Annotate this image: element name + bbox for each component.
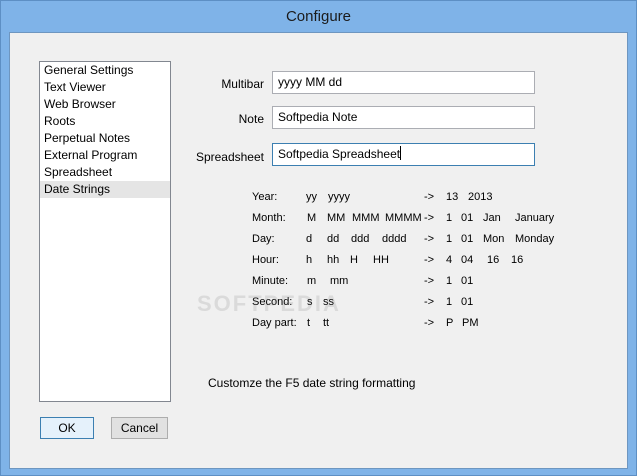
list-item-perpetual-notes[interactable]: Perpetual Notes <box>40 130 170 147</box>
note-input[interactable]: Softpedia Note <box>272 106 535 129</box>
format-code: tt <box>323 317 330 329</box>
format-example: 01 <box>461 212 474 224</box>
multibar-label: Multibar <box>221 77 264 91</box>
format-example: 2013 <box>468 191 493 203</box>
format-example: 04 <box>461 254 474 266</box>
arrow-glyph: -> <box>424 275 435 287</box>
note-label: Note <box>238 112 264 126</box>
format-code: MMM <box>352 212 380 224</box>
format-example: PM <box>462 317 479 329</box>
spreadsheet-input[interactable]: Softpedia Spreadsheet <box>272 143 535 166</box>
date-part-name: Year: <box>252 191 278 203</box>
format-code: HH <box>373 254 389 266</box>
date-part-name: Day: <box>252 233 275 245</box>
ok-button[interactable]: OK <box>40 417 94 439</box>
configure-window: Configure General Settings Text Viewer W… <box>0 0 637 476</box>
format-example: 16 <box>487 254 500 266</box>
format-example: 1 <box>446 233 453 245</box>
spreadsheet-label: Spreadsheet <box>195 150 264 164</box>
spreadsheet-input-value: Softpedia Spreadsheet <box>278 147 401 161</box>
format-example: Jan <box>483 212 501 224</box>
format-example: 16 <box>511 254 524 266</box>
format-code: H <box>350 254 358 266</box>
format-code: dddd <box>382 233 407 245</box>
list-item-date-strings[interactable]: Date Strings <box>40 181 170 198</box>
format-example: 01 <box>461 296 474 308</box>
format-code: hh <box>327 254 340 266</box>
format-code: MMMM <box>385 212 422 224</box>
format-example: 01 <box>461 275 474 287</box>
arrow-glyph: -> <box>424 191 435 203</box>
text-caret <box>400 146 402 160</box>
multibar-input[interactable]: yyyy MM dd <box>272 71 535 94</box>
list-item-external-program[interactable]: External Program <box>40 147 170 164</box>
format-code: m <box>307 275 317 287</box>
date-part-name: Minute: <box>252 275 289 287</box>
arrow-glyph: -> <box>424 233 435 245</box>
format-code: M <box>307 212 317 224</box>
date-part-name: Hour: <box>252 254 279 266</box>
list-item-general-settings[interactable]: General Settings <box>40 62 170 79</box>
format-code: yy <box>306 191 317 203</box>
format-example: 13 <box>446 191 459 203</box>
format-code: yyyy <box>328 191 350 203</box>
format-code: ddd <box>351 233 370 245</box>
date-part-name: Day part: <box>252 317 297 329</box>
arrow-glyph: -> <box>424 212 435 224</box>
format-example: Monday <box>515 233 555 245</box>
date-part-name: Second: <box>252 296 293 308</box>
dialog-client-area: General Settings Text Viewer Web Browser… <box>9 32 628 469</box>
format-example: P <box>446 317 454 329</box>
list-item-text-viewer[interactable]: Text Viewer <box>40 79 170 96</box>
note-input-value: Softpedia Note <box>278 110 358 124</box>
format-code: mm <box>330 275 349 287</box>
settings-category-list[interactable]: General Settings Text Viewer Web Browser… <box>39 61 171 402</box>
window-title: Configure <box>285 8 352 25</box>
format-example: Mon <box>483 233 505 245</box>
format-code: MM <box>327 212 346 224</box>
cancel-button[interactable]: Cancel <box>111 417 168 439</box>
format-example: 1 <box>446 275 453 287</box>
format-code: d <box>306 233 313 245</box>
format-code: s <box>307 296 313 308</box>
list-item-spreadsheet[interactable]: Spreadsheet <box>40 164 170 181</box>
date-format-hint: Customze the F5 date string formatting <box>208 376 416 390</box>
multibar-input-value: yyyy MM dd <box>278 75 343 89</box>
format-example: January <box>515 212 555 224</box>
format-code: t <box>307 317 311 329</box>
date-part-name: Month: <box>252 212 286 224</box>
format-example: 4 <box>446 254 453 266</box>
arrow-glyph: -> <box>424 296 435 308</box>
format-code: dd <box>327 233 340 245</box>
format-example: 01 <box>461 233 474 245</box>
arrow-glyph: -> <box>424 254 435 266</box>
format-code: h <box>306 254 313 266</box>
arrow-glyph: -> <box>424 317 435 329</box>
list-item-roots[interactable]: Roots <box>40 113 170 130</box>
format-code: ss <box>323 296 334 308</box>
format-example: 1 <box>446 212 453 224</box>
format-example: 1 <box>446 296 453 308</box>
list-item-web-browser[interactable]: Web Browser <box>40 96 170 113</box>
